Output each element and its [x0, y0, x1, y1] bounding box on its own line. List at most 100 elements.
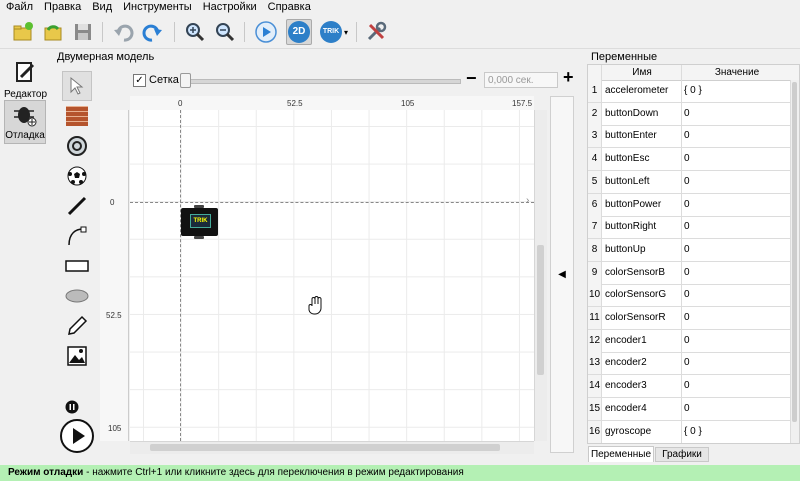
robot[interactable]: TRIK [181, 205, 218, 239]
2d-model-button[interactable]: 2D [286, 19, 312, 45]
debug-mode-button[interactable]: Отладка [4, 100, 46, 144]
table-row[interactable]: 15 encoder4 0 [588, 397, 799, 421]
grid-checkbox[interactable]: ✓ [133, 74, 146, 87]
zoom-in-button[interactable] [182, 19, 208, 45]
new-project-button[interactable] [10, 19, 36, 45]
palette-pencil[interactable] [62, 311, 92, 341]
variable-name: buttonLeft [605, 175, 650, 187]
settings-icon [367, 21, 387, 41]
variable-name: buttonEsc [605, 153, 650, 165]
row-number: 2 [588, 102, 602, 125]
scrollbar-thumb[interactable] [150, 444, 500, 451]
table-header: Имя Значение [588, 65, 799, 81]
tab-variables[interactable]: Переменные [588, 446, 654, 462]
grid-size-slider-handle[interactable] [180, 73, 191, 88]
menu-tools[interactable]: Инструменты [117, 0, 197, 14]
bezier-icon [68, 226, 87, 246]
row-number: 14 [588, 375, 602, 398]
zoom-out-icon [216, 23, 235, 42]
editor-mode-button[interactable]: Редактор [4, 58, 47, 102]
column-value-header[interactable]: Значение [681, 65, 792, 80]
run-icon [255, 21, 277, 43]
variable-value: 0 [681, 238, 794, 261]
menu-settings[interactable]: Настройки [197, 0, 262, 14]
speed-down-button[interactable]: − [466, 68, 477, 89]
table-row[interactable]: 10 colorSensorG 0 [588, 284, 799, 308]
table-row[interactable]: 4 buttonEsc 0 [588, 148, 799, 172]
collapse-panel-button[interactable]: ◀ [550, 96, 574, 453]
table-row[interactable]: 8 buttonUp 0 [588, 238, 799, 262]
run-button[interactable] [253, 19, 279, 45]
palette-wall[interactable] [62, 101, 92, 131]
scrollbar-thumb[interactable] [792, 82, 797, 422]
table-row[interactable]: 14 encoder3 0 [588, 375, 799, 399]
table-row[interactable]: 6 buttonPower 0 [588, 193, 799, 217]
grid-label: Сетка [149, 74, 179, 86]
open-icon [44, 25, 62, 41]
palette-skittle[interactable] [62, 131, 92, 161]
variables-title: Переменные [591, 51, 658, 63]
ruler-horizontal: 0 52.5 105 157.5 [130, 96, 534, 111]
undo-icon [114, 24, 134, 42]
row-number: 16 [588, 420, 602, 443]
cursor-icon [70, 76, 84, 95]
open-button[interactable] [40, 19, 66, 45]
table-row[interactable]: 16 gyroscope { 0 } [588, 420, 799, 443]
scene-canvas[interactable]: › TRIK [130, 110, 534, 441]
palette-line[interactable] [62, 191, 92, 221]
variable-value: 0 [681, 193, 794, 216]
palette-ball[interactable] [62, 161, 92, 191]
palette-ellipse[interactable] [62, 281, 92, 311]
redo-button[interactable] [140, 19, 166, 45]
palette-image[interactable] [62, 341, 92, 371]
row-number: 7 [588, 216, 602, 239]
variable-name: gyroscope [605, 425, 652, 437]
variables-scrollbar[interactable] [790, 80, 799, 443]
variable-value: 0 [681, 102, 794, 125]
variable-name: buttonUp [605, 243, 646, 255]
column-name-header[interactable]: Имя [601, 65, 682, 80]
line-icon [67, 196, 87, 216]
palette-cursor[interactable] [62, 71, 92, 101]
save-button[interactable] [70, 19, 96, 45]
variable-value: 0 [681, 216, 794, 239]
scrollbar-thumb[interactable] [537, 245, 544, 375]
tab-graphs[interactable]: Графики [655, 447, 709, 462]
table-row[interactable]: 1 accelerometer { 0 } [588, 80, 799, 103]
settings-button[interactable] [363, 19, 389, 45]
table-row[interactable]: 11 colorSensorR 0 [588, 307, 799, 330]
stop-button[interactable] [65, 400, 79, 417]
speed-up-button[interactable]: + [563, 67, 574, 88]
table-row[interactable]: 2 buttonDown 0 [588, 102, 799, 126]
variable-name: encoder2 [605, 357, 647, 369]
table-row[interactable]: 13 encoder2 0 [588, 352, 799, 376]
robot-label: TRIK [193, 218, 208, 224]
ball-icon [67, 166, 87, 186]
menu-view[interactable]: Вид [86, 0, 117, 14]
axis-x-arrow-icon: › [526, 195, 530, 206]
table-row[interactable]: 5 buttonLeft 0 [588, 170, 799, 194]
zoom-out-button[interactable] [212, 19, 238, 45]
editor-icon [16, 62, 35, 82]
chevron-down-icon: ▾ [343, 27, 348, 37]
palette-rectangle[interactable] [62, 251, 92, 281]
scene-vertical-scrollbar[interactable] [534, 110, 547, 441]
menu-help[interactable]: Справка [262, 0, 316, 14]
palette-bezier[interactable] [62, 221, 92, 251]
variable-value: 0 [681, 284, 794, 307]
redo-icon [142, 24, 162, 42]
menu-edit[interactable]: Правка [38, 0, 86, 14]
table-row[interactable]: 7 buttonRight 0 [588, 216, 799, 240]
grid-size-slider-track[interactable] [181, 79, 461, 84]
table-row[interactable]: 3 buttonEnter 0 [588, 125, 799, 149]
scene-horizontal-scrollbar[interactable] [130, 441, 534, 454]
run-model-button[interactable] [60, 419, 94, 456]
variable-value: { 0 } [681, 420, 794, 443]
table-row[interactable]: 12 encoder1 0 [588, 329, 799, 353]
table-row[interactable]: 9 colorSensorB 0 [588, 261, 799, 285]
undo-button[interactable] [110, 19, 136, 45]
time-field: 0,000 сек. [484, 72, 558, 88]
trik-button[interactable]: TRIK ▾ [317, 19, 351, 45]
status-bar[interactable]: Режим отладки - нажмите Ctrl+1 или кликн… [0, 465, 800, 481]
menu-file[interactable]: Файл [0, 0, 38, 14]
